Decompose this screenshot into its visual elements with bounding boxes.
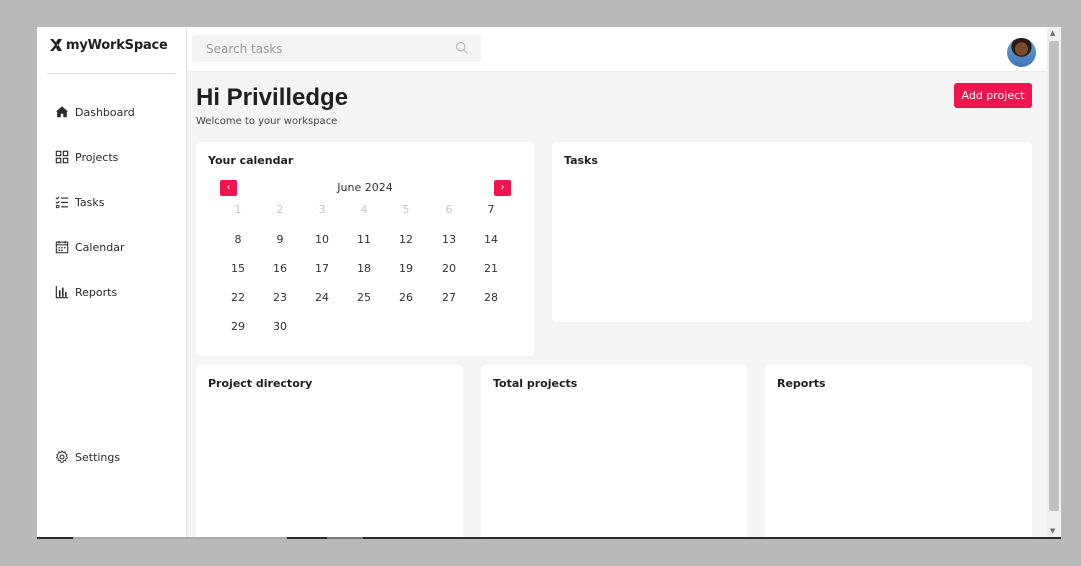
scroll-down-icon[interactable]: ▼ [1050,527,1055,535]
calendar-day[interactable]: 8 [226,233,250,246]
calendar-day[interactable]: 10 [310,233,334,246]
sidebar-item-label: Tasks [75,195,105,209]
calendar-day[interactable]: 16 [268,262,292,275]
calendar-day[interactable]: 19 [394,262,418,275]
page-subtitle: Welcome to your workspace [196,116,338,127]
calendar-day[interactable]: 24 [310,291,334,304]
search-icon[interactable] [455,41,469,55]
calendar-day[interactable]: 5 [394,203,418,216]
calendar-day[interactable]: 22 [226,291,250,304]
total-projects-title: Total projects [493,377,578,390]
reports-title: Reports [777,377,826,390]
calendar-day[interactable]: 30 [268,320,292,333]
sidebar-item-reports[interactable]: Reports [55,285,117,299]
scrollbar[interactable]: ▲ ▼ [1047,27,1061,539]
tasks-title: Tasks [564,154,598,167]
calendar-day[interactable]: 9 [268,233,292,246]
calendar-icon [55,240,69,254]
calendar-day[interactable]: 17 [310,262,334,275]
scroll-up-icon[interactable]: ▲ [1050,29,1055,37]
sidebar-item-label: Reports [75,285,118,299]
checklist-icon [55,196,69,209]
home-icon [55,106,69,118]
calendar-day[interactable]: 20 [437,262,461,275]
calendar-day[interactable]: 13 [437,233,461,246]
grid-icon [55,150,69,164]
calendar-month: June 2024 [337,181,393,194]
brand[interactable]: myWorkSpace [49,37,168,53]
sidebar-item-tasks[interactable]: Tasks [55,195,104,209]
top-bar [187,27,1047,72]
app-window: myWorkSpace Dashboard Projects Tasks Cal… [37,27,1061,539]
scroll-thumb[interactable] [1049,41,1059,511]
calendar-day[interactable]: 21 [479,262,503,275]
reports-card: Reports [765,365,1032,539]
calendar-day[interactable]: 27 [437,291,461,304]
calendar-day[interactable]: 6 [437,203,461,216]
user-avatar[interactable] [1007,38,1036,67]
calendar-day[interactable]: 4 [352,203,376,216]
sidebar: myWorkSpace Dashboard Projects Tasks Cal… [37,27,187,539]
bottom-edge [37,537,1061,539]
bottom-edge-segment [73,537,287,539]
bar-chart-icon [55,285,69,299]
calendar-day[interactable]: 7 [479,203,503,216]
search-input[interactable] [192,35,481,62]
calendar-day[interactable]: 18 [352,262,376,275]
sidebar-item-label: Calendar [75,240,125,254]
brand-divider [47,73,175,74]
calendar-day[interactable]: 26 [394,291,418,304]
page-title: Hi Privilledge [196,84,349,111]
calendar-next-button[interactable]: › [494,180,511,196]
calendar-card: Your calendar ‹ June 2024 › 1 2 3 4 5 6 … [196,142,534,356]
calendar-day[interactable]: 3 [310,203,334,216]
sidebar-item-settings[interactable]: Settings [55,450,120,464]
app-name: myWorkSpace [66,37,168,53]
calendar-title: Your calendar [208,154,294,167]
calendar-day[interactable]: 2 [268,203,292,216]
gear-icon [55,450,69,463]
sidebar-item-projects[interactable]: Projects [55,150,118,164]
calendar-day[interactable]: 12 [394,233,418,246]
project-directory-title: Project directory [208,377,313,390]
calendar-day[interactable]: 14 [479,233,503,246]
calendar-day[interactable]: 25 [352,291,376,304]
sidebar-item-calendar[interactable]: Calendar [55,240,124,254]
tasks-card: Tasks [552,142,1032,322]
sidebar-item-label: Projects [75,150,119,164]
calendar-day[interactable]: 15 [226,262,250,275]
chevron-right-icon: › [500,182,505,193]
calendar-day[interactable]: 28 [479,291,503,304]
add-project-button[interactable]: Add project [954,83,1032,108]
calendar-day[interactable]: 1 [226,203,250,216]
sidebar-item-label: Settings [75,450,121,464]
calendar-day[interactable]: 11 [352,233,376,246]
total-projects-card: Total projects [481,365,747,539]
logo-icon [50,39,62,51]
bottom-edge-segment [327,537,363,539]
calendar-day[interactable]: 29 [226,320,250,333]
sidebar-item-label: Dashboard [75,105,135,119]
project-directory-card: Project directory [196,365,463,539]
sidebar-item-dashboard[interactable]: Dashboard [55,105,135,119]
calendar-day[interactable]: 23 [268,291,292,304]
